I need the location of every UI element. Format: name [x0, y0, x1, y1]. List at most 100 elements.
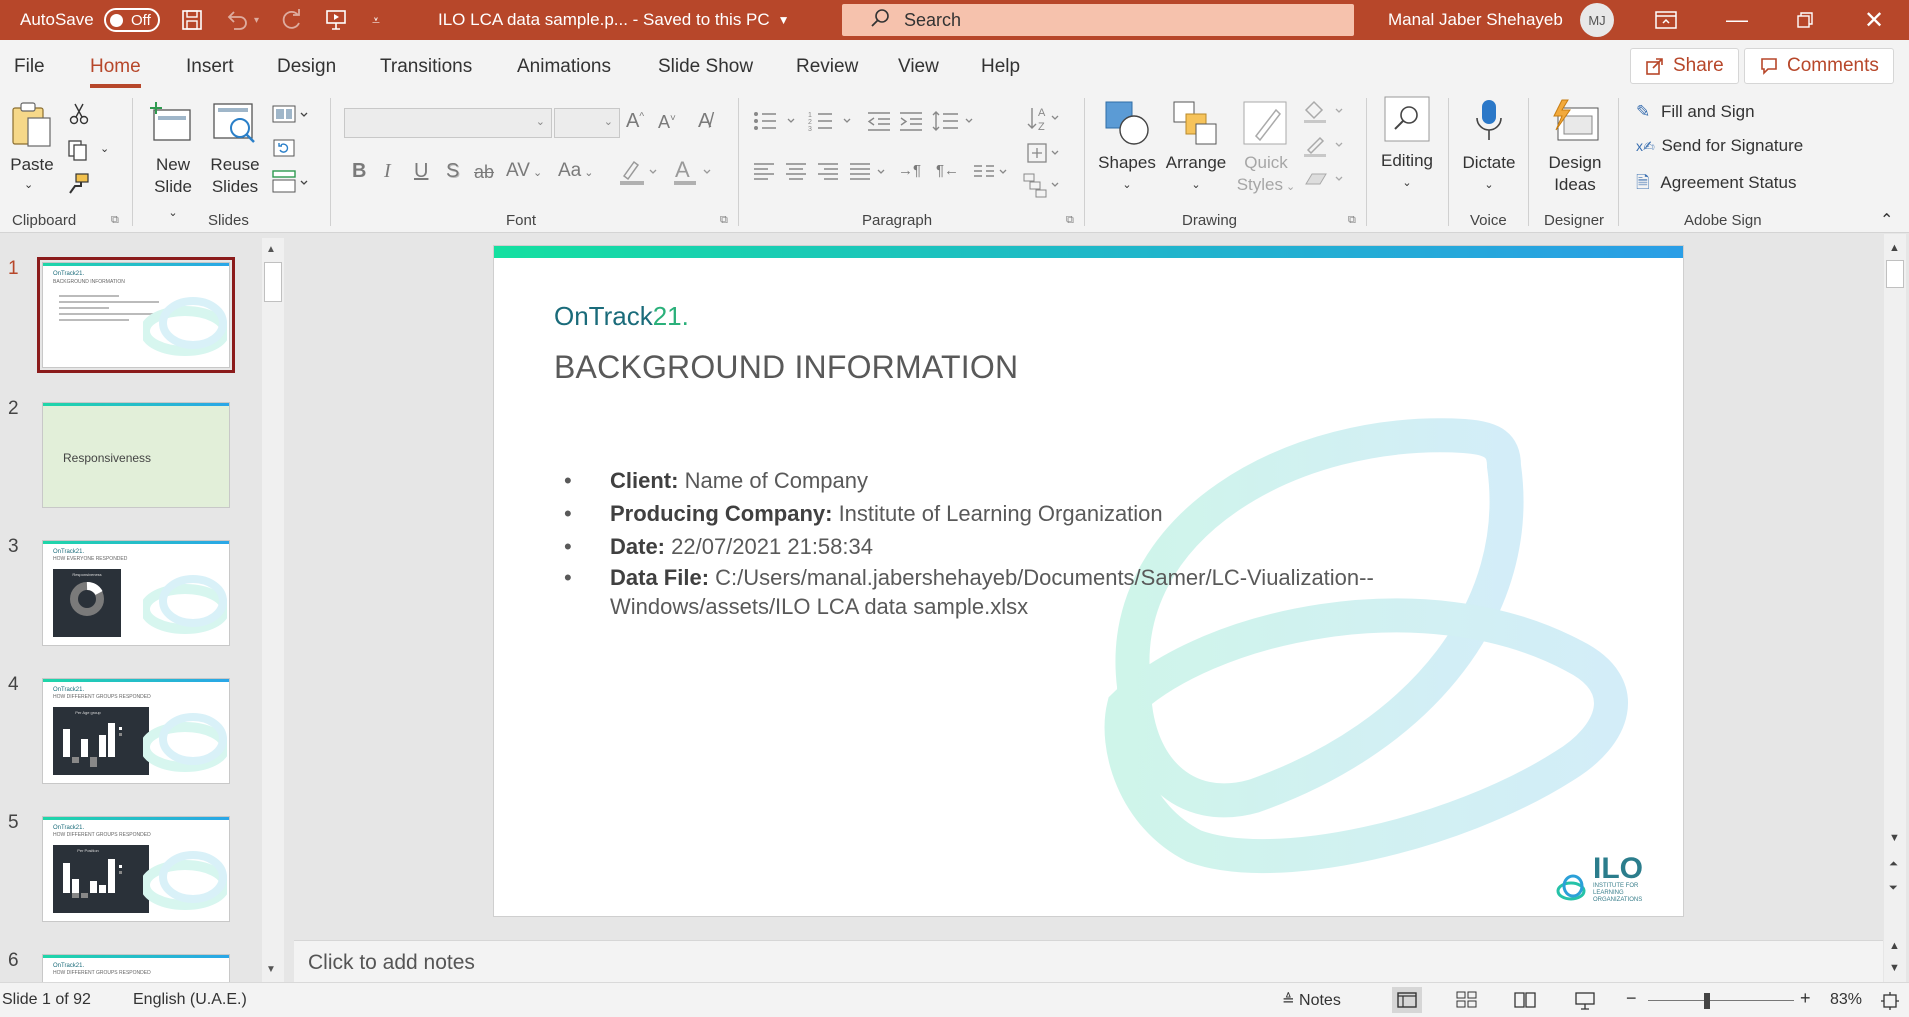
tab-design[interactable]: Design	[277, 56, 336, 78]
shape-fill-icon[interactable]	[1302, 100, 1346, 129]
zoom-slider-handle[interactable]	[1704, 993, 1710, 1009]
tab-transitions[interactable]: Transitions	[380, 56, 472, 78]
thumbnail-slide-3[interactable]: OnTrack21. HOW EVERYONE RESPONDED Respon…	[42, 540, 230, 646]
zoom-in-icon[interactable]: +	[1800, 988, 1811, 1009]
thumbnail-slide-6[interactable]: OnTrack21. HOW DIFFERENT GROUPS RESPONDE…	[42, 954, 230, 982]
paste-button[interactable]: Paste	[10, 154, 54, 176]
justify-icon[interactable]	[848, 162, 890, 187]
scroll-thumb[interactable]	[264, 262, 282, 302]
fit-slide-icon[interactable]	[1880, 991, 1900, 1016]
tab-review[interactable]: Review	[796, 56, 858, 78]
fill-and-sign-button[interactable]: ✎ Fill and Sign	[1636, 102, 1755, 122]
arrange-icon[interactable]	[1172, 100, 1218, 151]
shapes-icon[interactable]	[1104, 100, 1152, 151]
notes-toggle-button[interactable]: ≜ Notes	[1282, 991, 1341, 1010]
present-from-start-icon[interactable]	[324, 0, 348, 40]
reading-view-button[interactable]	[1514, 991, 1536, 1014]
thumbnail-scrollbar[interactable]: ▲ ▼	[262, 238, 284, 982]
scroll-down-icon[interactable]: ▼	[1889, 832, 1900, 844]
character-spacing-button[interactable]: AV ⌄	[506, 160, 542, 182]
scroll-down-icon[interactable]: ▼	[266, 964, 276, 975]
thumbnail-slide-5[interactable]: OnTrack21. HOW DIFFERENT GROUPS RESPONDE…	[42, 816, 230, 922]
new-slide-button[interactable]: New Slide ⌄	[148, 154, 198, 224]
align-center-icon[interactable]	[784, 162, 808, 187]
layout-icon[interactable]	[272, 104, 310, 129]
tab-animations[interactable]: Animations	[517, 56, 611, 78]
comments-button[interactable]: Comments	[1744, 48, 1894, 84]
editing-find-icon[interactable]	[1384, 96, 1430, 147]
font-color-icon[interactable]: A	[672, 156, 716, 191]
microphone-icon[interactable]	[1474, 98, 1504, 149]
font-launcher-icon[interactable]: ⧉	[720, 214, 728, 227]
copy-dropdown-icon[interactable]: ⌄	[100, 142, 109, 155]
numbering-icon[interactable]: 123	[808, 110, 854, 137]
shape-outline-icon[interactable]	[1302, 134, 1346, 163]
paste-icon[interactable]	[10, 100, 54, 153]
search-box[interactable]: Search	[842, 4, 1354, 36]
next-slide-icon[interactable]: ⏷	[1889, 882, 1898, 895]
clipboard-launcher-icon[interactable]: ⧉	[111, 214, 119, 227]
save-icon[interactable]	[180, 0, 204, 40]
slide-sorter-button[interactable]	[1456, 991, 1478, 1014]
italic-button[interactable]: I	[384, 160, 391, 183]
design-ideas-button[interactable]: Design Ideas	[1540, 152, 1610, 196]
tab-home[interactable]: Home	[90, 56, 141, 88]
editing-button[interactable]: Editing ⌄	[1374, 150, 1440, 194]
avatar[interactable]: MJ	[1580, 3, 1614, 37]
align-text-icon[interactable]	[1026, 140, 1062, 171]
collapse-ribbon-icon[interactable]: ⌃	[1880, 210, 1893, 230]
tab-help[interactable]: Help	[981, 56, 1020, 78]
thumbnail-slide-2[interactable]: Responsiveness	[42, 402, 230, 508]
restore-icon[interactable]	[1796, 0, 1814, 40]
language-indicator[interactable]: English (U.A.E.)	[133, 991, 247, 1009]
columns-icon[interactable]	[972, 162, 1012, 187]
autosave[interactable]: AutoSave Off	[20, 0, 160, 40]
paste-dropdown-icon[interactable]: ⌄	[24, 174, 33, 196]
reset-icon[interactable]	[272, 138, 296, 165]
share-button[interactable]: Share	[1630, 48, 1739, 84]
underline-button[interactable]: U	[414, 160, 428, 183]
reuse-slides-icon[interactable]	[212, 102, 258, 151]
bullets-icon[interactable]	[752, 110, 798, 137]
zoom-out-icon[interactable]: −	[1626, 988, 1637, 1009]
previous-slide-icon[interactable]: ⏶	[1889, 858, 1898, 871]
minimize-icon[interactable]: —	[1726, 0, 1748, 40]
shapes-button[interactable]: Shapes ⌄	[1096, 152, 1158, 196]
section-icon[interactable]	[272, 170, 310, 199]
ribbon-display-options-icon[interactable]	[1654, 0, 1678, 40]
line-spacing-icon[interactable]	[932, 110, 978, 137]
reuse-slides-button[interactable]: Reuse Slides	[210, 154, 260, 198]
copy-icon[interactable]	[66, 138, 90, 167]
tab-view[interactable]: View	[898, 56, 939, 78]
bold-button[interactable]: B	[352, 160, 366, 183]
decrease-indent-icon[interactable]	[866, 110, 892, 137]
thumbnail-slide-1[interactable]: OnTrack21. BACKGROUND INFORMATION	[37, 257, 235, 373]
text-shadow-button[interactable]: S	[446, 160, 459, 183]
scroll-thumb[interactable]	[1886, 260, 1904, 288]
scroll-up-icon[interactable]: ▲	[266, 244, 276, 255]
slide-show-button[interactable]	[1574, 991, 1596, 1016]
font-name-combo[interactable]: ⌄	[344, 108, 552, 138]
rtl-icon[interactable]: →¶	[898, 162, 921, 179]
autosave-toggle[interactable]: Off	[103, 8, 160, 32]
dictate-button[interactable]: Dictate ⌄	[1454, 152, 1524, 196]
font-size-combo[interactable]: ⌄	[554, 108, 620, 138]
undo-icon[interactable]	[224, 0, 250, 40]
increase-font-icon[interactable]: A^	[626, 110, 644, 133]
quick-styles-icon[interactable]	[1242, 100, 1288, 151]
design-ideas-icon[interactable]	[1550, 98, 1600, 149]
increase-indent-icon[interactable]	[898, 110, 924, 137]
thumbnail-slide-4[interactable]: OnTrack21. HOW DIFFERENT GROUPS RESPONDE…	[42, 678, 230, 784]
drawing-launcher-icon[interactable]: ⧉	[1348, 214, 1356, 227]
strikethrough-button[interactable]: ab	[474, 162, 494, 183]
cut-icon[interactable]	[68, 102, 90, 131]
notes-pane[interactable]: Click to add notes	[294, 940, 1883, 982]
format-painter-icon[interactable]	[66, 172, 90, 201]
document-title[interactable]: ILO LCA data sample.p... - Saved to this…	[438, 0, 790, 40]
align-right-icon[interactable]	[816, 162, 840, 187]
smartart-icon[interactable]	[1022, 172, 1062, 203]
zoom-slider[interactable]	[1648, 1000, 1794, 1001]
quick-styles-button[interactable]: Quick Styles ⌄	[1232, 152, 1300, 198]
new-slide-icon[interactable]	[148, 100, 194, 149]
close-icon[interactable]: ✕	[1864, 0, 1884, 40]
